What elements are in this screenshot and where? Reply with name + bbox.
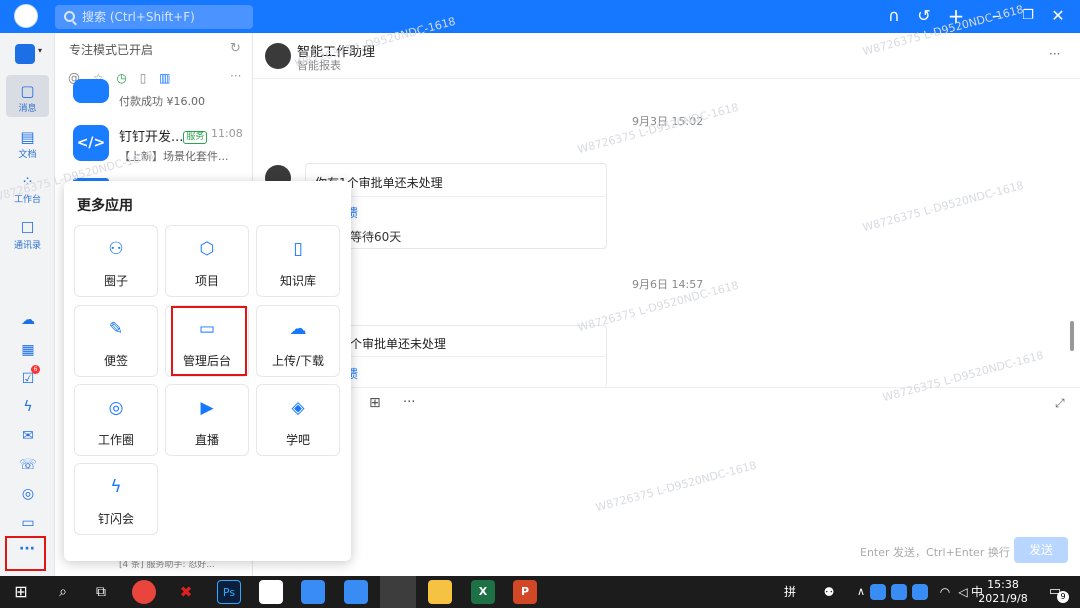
highlight-admin-tile bbox=[171, 306, 247, 376]
list-item[interactable]: </> 钉钉开发... 服务 11:08 【上新】场景化套件... bbox=[55, 124, 253, 170]
file-icon[interactable]: ▯ bbox=[140, 71, 147, 85]
more-icon[interactable]: ··· bbox=[230, 69, 241, 83]
chat-panel: 智能工作助理 智能报表 ··· 9月3日 15:02 你有1个审批单还未处理 馈… bbox=[253, 33, 1080, 576]
rail-item-contacts[interactable]: ☐ 通讯录 bbox=[6, 218, 49, 251]
mail-icon[interactable]: ✉ bbox=[19, 427, 37, 445]
app-tile-flash-meeting[interactable]: ϟ 钉闪会 bbox=[74, 463, 158, 535]
chevron-down-icon[interactable]: ▾ bbox=[38, 46, 42, 55]
doc-filter-icon[interactable]: ▥ bbox=[159, 71, 170, 85]
chat-subtitle: 智能报表 bbox=[297, 59, 341, 72]
card-divider bbox=[306, 196, 606, 197]
chat-more-icon[interactable]: ··· bbox=[1049, 47, 1060, 61]
knowledge-base-icon: ▯ bbox=[293, 239, 303, 259]
divider bbox=[253, 78, 1080, 79]
app-tile-learn[interactable]: ◈ 学吧 bbox=[256, 384, 340, 456]
upload-download-icon: ☁ bbox=[289, 319, 307, 339]
minimize-icon[interactable]: – bbox=[986, 6, 1006, 26]
ding-icon[interactable]: ϟ bbox=[19, 398, 37, 416]
chat-scrollbar[interactable] bbox=[1070, 321, 1074, 351]
app-tile-upload[interactable]: ☁ 上传/下载 bbox=[256, 305, 340, 377]
note-icon: ✎ bbox=[108, 319, 124, 339]
code-icon: </> bbox=[73, 125, 109, 161]
clock-icon[interactable]: ◷ bbox=[116, 71, 126, 85]
input-method-icon[interactable]: 拼 bbox=[778, 580, 802, 604]
work-circle-icon: ◎ bbox=[108, 398, 124, 418]
live-icon: ▶ bbox=[200, 398, 214, 418]
dingtalk-icon[interactable] bbox=[301, 580, 325, 604]
photoshop-icon[interactable]: Ps bbox=[217, 580, 241, 604]
list-item[interactable]: 付款成功 ¥16.00 bbox=[55, 79, 253, 111]
app-tile-live[interactable]: ▶ 直播 bbox=[165, 384, 249, 456]
contacts-icon: ☐ bbox=[20, 219, 35, 237]
excel-icon[interactable]: X bbox=[471, 580, 495, 604]
xmind-icon[interactable]: ✖ bbox=[174, 580, 198, 604]
folder-icon[interactable]: ▭ bbox=[19, 514, 37, 532]
workbench-icon: ⁘ bbox=[21, 173, 34, 191]
history-icon[interactable]: ↺ bbox=[914, 6, 934, 26]
more-apps-popup: 更多应用 ⚇ 圈子 ⬡ 项目 ▯ 知识库 ✎ 便签 ▭ 管理后台 ☁ 上传/下载… bbox=[64, 181, 351, 561]
project-icon: ⬡ bbox=[199, 239, 215, 259]
card-divider bbox=[306, 356, 606, 357]
people-icon[interactable]: ⚉ bbox=[817, 580, 841, 604]
date-separator: 9月3日 15:02 bbox=[632, 115, 704, 128]
powerpoint-icon[interactable]: P bbox=[513, 580, 537, 604]
popup-title: 更多应用 bbox=[77, 198, 133, 214]
meeting-icon[interactable]: ◎ bbox=[19, 485, 37, 503]
windows-taskbar: ⊞ ⌕ ⧉ ✖ Ps X P 拼 ⚉ ∧ ◠ ◁ 中 15:38 2021/9/… bbox=[0, 576, 1080, 608]
app-tile-project[interactable]: ⬡ 项目 bbox=[165, 225, 249, 297]
app-tile-knowledge[interactable]: ▯ 知识库 bbox=[256, 225, 340, 297]
close-icon[interactable]: ✕ bbox=[1048, 6, 1068, 26]
windows-start-icon[interactable]: ⊞ bbox=[9, 580, 33, 604]
document-icon: ▤ bbox=[20, 128, 35, 146]
search-icon bbox=[64, 11, 75, 22]
dingtalk-icon[interactable] bbox=[344, 580, 368, 604]
expand-icon[interactable]: ⤢ bbox=[1055, 396, 1065, 411]
restore-icon[interactable]: ❐ bbox=[1018, 6, 1038, 26]
tray-dingtalk-icon[interactable] bbox=[912, 584, 928, 600]
service-badge: 服务 bbox=[183, 131, 208, 144]
headset-icon[interactable]: ∩ bbox=[884, 6, 904, 26]
app-tile-notes[interactable]: ✎ 便签 bbox=[74, 305, 158, 377]
tray-dingtalk-icon[interactable] bbox=[870, 584, 886, 600]
calendar-icon[interactable]: ▦ bbox=[19, 341, 37, 359]
folder-icon[interactable] bbox=[428, 580, 452, 604]
phone-icon[interactable]: ☏ bbox=[19, 456, 37, 474]
app-icon[interactable] bbox=[259, 580, 283, 604]
app-tile-work-circle[interactable]: ◎ 工作圈 bbox=[74, 384, 158, 456]
system-clock[interactable]: 15:38 2021/9/8 bbox=[978, 578, 1028, 606]
send-button[interactable]: 发送 bbox=[1014, 537, 1068, 563]
rail-item-messages[interactable]: ▢ 消息 bbox=[6, 75, 49, 117]
message-icon: ▢ bbox=[20, 82, 35, 100]
folder-add-icon[interactable]: ⊞ bbox=[369, 395, 381, 411]
plus-icon[interactable]: + bbox=[946, 6, 966, 26]
date-separator: 9月6日 14:57 bbox=[632, 278, 704, 291]
divider bbox=[253, 387, 1080, 388]
title-bar: 搜索 (Ctrl+Shift+F) ∩ ↺ + – ❐ ✕ bbox=[0, 0, 1080, 33]
send-hint: Enter 发送，Ctrl+Enter 换行 bbox=[860, 546, 1010, 559]
search-icon[interactable]: ⌕ bbox=[51, 580, 75, 604]
left-rail: ▾ ▢ 消息 ▤ 文档 ⁘ 工作台 ☐ 通讯录 ☁ ▦ ☑ 6 ϟ ✉ ☏ ◎ … bbox=[0, 33, 55, 576]
focus-mode-label: 专注模式已开启 bbox=[69, 43, 154, 57]
highlight-more-button bbox=[5, 536, 46, 571]
tray-dingtalk-icon[interactable] bbox=[891, 584, 907, 600]
flash-meeting-icon: ϟ bbox=[110, 477, 122, 497]
app-tile-circle[interactable]: ⚇ 圈子 bbox=[74, 225, 158, 297]
todo-badge: 6 bbox=[31, 365, 40, 374]
user-avatar[interactable] bbox=[14, 4, 38, 28]
cloud-icon[interactable]: ☁ bbox=[19, 311, 37, 329]
chrome-icon[interactable] bbox=[132, 580, 156, 604]
refresh-icon[interactable]: ↻ bbox=[230, 41, 241, 56]
app-icon bbox=[73, 79, 109, 103]
task-view-icon[interactable]: ⧉ bbox=[89, 580, 113, 604]
workspace-switcher-icon[interactable] bbox=[15, 44, 35, 64]
notification-count: 9 bbox=[1057, 591, 1069, 603]
more-tools-icon[interactable]: ··· bbox=[403, 395, 415, 410]
search-input[interactable]: 搜索 (Ctrl+Shift+F) bbox=[55, 5, 253, 29]
rail-item-workbench[interactable]: ⁘ 工作台 bbox=[6, 172, 49, 205]
circle-group-icon: ⚇ bbox=[108, 239, 124, 259]
rail-item-docs[interactable]: ▤ 文档 bbox=[6, 127, 49, 160]
learn-icon: ◈ bbox=[291, 398, 305, 418]
assistant-avatar bbox=[265, 43, 291, 69]
dingtalk-active-icon[interactable] bbox=[380, 576, 416, 608]
